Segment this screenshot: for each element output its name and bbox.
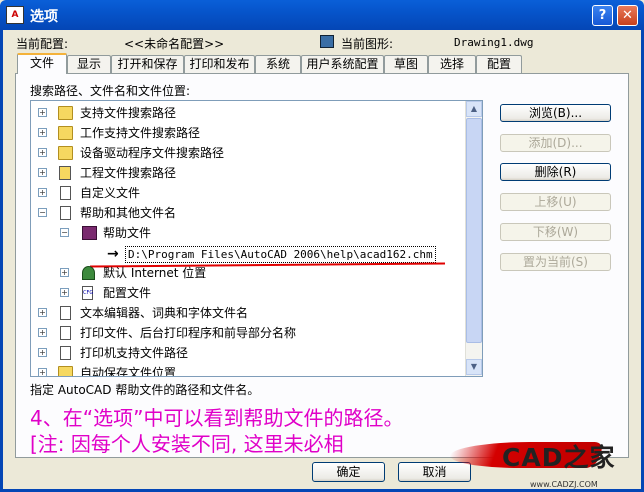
tree-item-driver-paths[interactable]: + 设备驱动程序文件搜索路径	[38, 144, 338, 162]
move-up-button[interactable]: 上移(U)	[500, 193, 611, 211]
tree-item-printer-support-paths[interactable]: + 打印机支持文件路径	[38, 344, 338, 362]
logo-url: www.CADZJ.COM	[530, 480, 598, 489]
annotation-line-1: 4、在“选项”中可以看到帮助文件的路径。	[30, 406, 404, 430]
title-bar: A 选项 ? ✕	[0, 0, 644, 30]
folder-icon	[58, 146, 73, 160]
folder-icon	[58, 106, 73, 120]
tab-open-save[interactable]: 打开和保存	[111, 55, 184, 73]
current-drawing-label: 当前图形:	[341, 37, 394, 51]
tree-item-help-misc-files[interactable]: − 帮助和其他文件名	[38, 204, 338, 222]
expand-icon[interactable]: +	[38, 128, 47, 137]
folder-icon	[58, 366, 73, 376]
vertical-scrollbar[interactable]: ▲ ▼	[465, 101, 482, 376]
move-down-button[interactable]: 下移(W)	[500, 223, 611, 241]
expand-icon[interactable]: +	[60, 268, 69, 277]
current-profile-value: <<未命名配置>>	[124, 37, 225, 51]
project-icon	[59, 166, 71, 180]
scroll-thumb[interactable]	[466, 118, 482, 343]
tree-item-internet-location[interactable]: + 默认 Internet 位置	[60, 264, 260, 282]
current-drawing-value: Drawing1.dwg	[454, 36, 534, 49]
expand-icon[interactable]: +	[38, 188, 47, 197]
logo-text: CAD之家	[502, 443, 616, 472]
remove-button[interactable]: 删除(R)	[500, 163, 611, 181]
internet-icon	[82, 266, 95, 280]
tree-label: 搜索路径、文件名和文件位置:	[30, 84, 191, 98]
tab-user-preferences[interactable]: 用户系统配置	[301, 55, 384, 73]
help-file-path[interactable]: D:\Program Files\AutoCAD 2006\help\acad1…	[125, 246, 436, 263]
tab-profiles[interactable]: 配置	[476, 55, 522, 73]
tab-system[interactable]: 系统	[255, 55, 301, 73]
current-profile-label: 当前配置:	[16, 37, 69, 51]
tree-item-config-file[interactable]: + CFG 配置文件	[60, 284, 260, 302]
annotation-line-2: [注: 因每个人安装不同, 这里未必相	[30, 432, 344, 456]
tab-selection[interactable]: 选择	[428, 55, 476, 73]
document-icon	[60, 346, 71, 360]
expand-icon[interactable]: +	[38, 148, 47, 157]
tree-item-autosave-location[interactable]: + 自动保存文件位置	[38, 364, 338, 376]
expand-icon[interactable]: +	[38, 328, 47, 337]
help-book-icon	[82, 226, 97, 240]
expand-icon[interactable]: +	[38, 168, 47, 177]
expand-icon[interactable]: +	[38, 308, 47, 317]
scroll-down-arrow-icon[interactable]: ▼	[466, 359, 482, 375]
cfg-file-icon: CFG	[82, 286, 93, 300]
tab-display[interactable]: 显示	[67, 55, 111, 73]
tree-item-text-editor-files[interactable]: + 文本编辑器、词典和字体文件名	[38, 304, 438, 322]
collapse-icon[interactable]: −	[38, 208, 47, 217]
tree-item-help-file[interactable]: − 帮助文件	[60, 224, 260, 242]
folder-icon	[58, 126, 73, 140]
document-icon	[60, 306, 71, 320]
tree-item-customization-files[interactable]: + 自定义文件	[38, 184, 338, 202]
tree-item-working-support-paths[interactable]: + 工作支持文件搜索路径	[38, 124, 338, 142]
expand-icon[interactable]: +	[38, 348, 47, 357]
tab-plot-publish[interactable]: 打印和发布	[184, 55, 255, 73]
autocad-app-icon: A	[6, 6, 24, 24]
path-arrow-icon: →	[107, 246, 119, 262]
window-title: 选项	[30, 9, 58, 25]
expand-icon[interactable]: +	[38, 108, 47, 117]
tree-item-print-files[interactable]: + 打印文件、后台打印程序和前导部分名称	[38, 324, 458, 342]
ok-button[interactable]: 确定	[312, 462, 385, 482]
tree-item-project-paths[interactable]: + 工程文件搜索路径	[38, 164, 338, 182]
tab-files[interactable]: 文件	[17, 53, 67, 74]
document-icon	[60, 206, 71, 220]
tree-item-support-paths[interactable]: + 支持文件搜索路径	[38, 104, 338, 122]
document-icon	[60, 186, 71, 200]
add-button[interactable]: 添加(D)...	[500, 134, 611, 152]
browse-button[interactable]: 浏览(B)...	[500, 104, 611, 122]
close-button[interactable]: ✕	[617, 5, 638, 26]
document-icon	[60, 326, 71, 340]
scroll-up-arrow-icon[interactable]: ▲	[466, 101, 482, 117]
expand-icon[interactable]: +	[38, 368, 47, 376]
tab-drafting[interactable]: 草图	[384, 55, 428, 73]
set-current-button[interactable]: 置为当前(S)	[500, 253, 611, 271]
expand-icon[interactable]: +	[60, 288, 69, 297]
cad-home-logo: CAD之家 www.CADZJ.COM	[450, 432, 640, 492]
description-text: 指定 AutoCAD 帮助文件的路径和文件名。	[30, 383, 260, 397]
collapse-icon[interactable]: −	[60, 228, 69, 237]
help-button[interactable]: ?	[592, 5, 613, 26]
drawing-icon	[320, 35, 334, 48]
